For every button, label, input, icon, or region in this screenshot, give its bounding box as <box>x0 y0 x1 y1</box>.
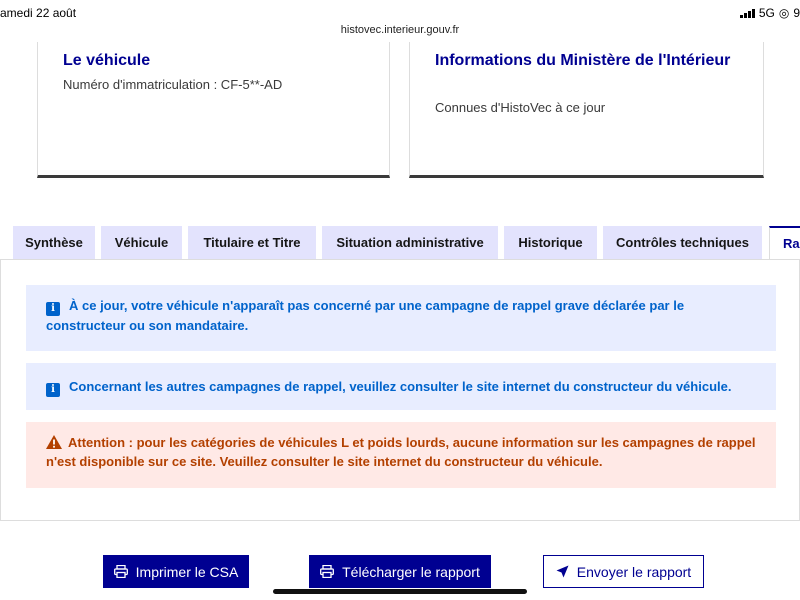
location-icon: ◎ <box>778 6 790 20</box>
tab-historique[interactable]: Historique <box>504 226 597 259</box>
info-icon: i <box>46 302 60 316</box>
status-time: amedi 22 août <box>0 6 77 20</box>
download-report-label: Télécharger le rapport <box>342 563 480 580</box>
send-icon <box>556 565 569 578</box>
printer-icon <box>320 565 335 578</box>
send-report-label: Envoyer le rapport <box>576 563 692 580</box>
alert-text: Concernant les autres campagnes de rappe… <box>69 379 732 394</box>
download-report-button[interactable]: Télécharger le rapport <box>309 555 491 588</box>
tab-controles-techniques[interactable]: Contrôles techniques <box>603 226 762 259</box>
ministry-card-title: Informations du Ministère de l'Intérieur <box>435 52 731 69</box>
tab-titulaire[interactable]: Titulaire et Titre <box>188 226 316 259</box>
ministry-card-subtitle: Connues d'HistoVec à ce jour <box>435 100 606 115</box>
url-bar[interactable]: histovec.interieur.gouv.fr <box>0 24 800 42</box>
signal-icon <box>739 8 755 18</box>
tab-situation-administrative[interactable]: Situation administrative <box>322 226 498 259</box>
vehicle-card: Le véhicule Numéro d'immatriculation : C… <box>37 42 390 178</box>
tab-bar: Synthèse Véhicule Titulaire et Titre Sit… <box>0 226 800 259</box>
vehicle-card-title: Le véhicule <box>63 52 151 69</box>
status-bar: amedi 22 août 5G ◎ 9 <box>0 0 800 24</box>
status-indicators: 5G ◎ 9 <box>739 6 800 20</box>
print-csa-button[interactable]: Imprimer le CSA <box>103 555 249 588</box>
ministry-card: Informations du Ministère de l'Intérieur… <box>409 42 764 178</box>
info-icon: i <box>46 383 60 397</box>
battery-label: 9 <box>793 6 800 20</box>
warning-alert: Attention : pour les catégories de véhic… <box>26 422 776 488</box>
network-label: 5G <box>758 6 775 20</box>
tab-vehicule[interactable]: Véhicule <box>101 226 182 259</box>
other-campaigns-alert: i Concernant les autres campagnes de rapp… <box>26 363 776 410</box>
tab-panel: iÀ ce jour, votre véhicule n'apparaît pa… <box>0 259 800 521</box>
alert-text: Attention : pour les catégories de véhic… <box>46 435 756 469</box>
recall-info-alert: iÀ ce jour, votre véhicule n'apparaît pa… <box>26 285 776 351</box>
print-csa-label: Imprimer le CSA <box>135 563 239 580</box>
registration-number: Numéro d'immatriculation : CF-5**-AD <box>63 77 283 92</box>
tab-rappels[interactable]: Rappels <box>769 226 800 259</box>
send-report-button[interactable]: Envoyer le rapport <box>543 555 704 588</box>
warning-icon <box>46 435 62 449</box>
home-indicator[interactable] <box>273 589 527 594</box>
alert-text: À ce jour, votre véhicule n'apparaît pas… <box>46 298 685 333</box>
printer-icon <box>113 565 128 578</box>
tab-synthese[interactable]: Synthèse <box>13 226 95 259</box>
